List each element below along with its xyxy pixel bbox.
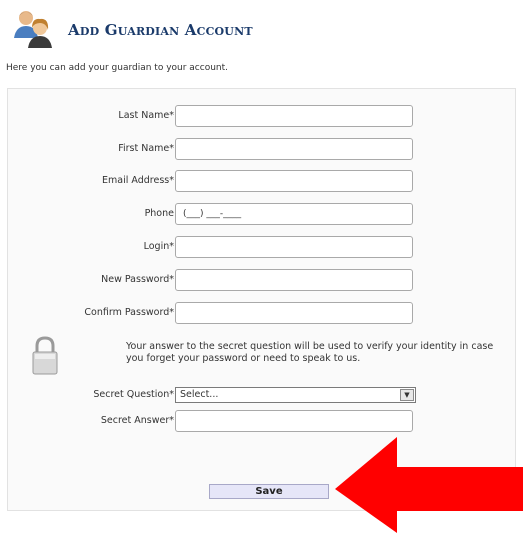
confirm-password-label: Confirm Password*	[84, 307, 174, 318]
secret-answer-field[interactable]	[175, 410, 413, 432]
phone-field[interactable]	[175, 203, 413, 225]
new-password-row: New Password*	[8, 269, 517, 293]
login-row: Login*	[8, 236, 517, 260]
phone-label: Phone	[144, 208, 174, 219]
secret-answer-row: Secret Answer*	[8, 410, 517, 434]
secret-question-value: Select...	[180, 389, 219, 400]
chevron-down-icon[interactable]: ▼	[400, 389, 414, 401]
secret-answer-label: Secret Answer*	[100, 415, 174, 426]
new-password-field[interactable]	[175, 269, 413, 291]
email-field[interactable]	[175, 170, 413, 192]
login-field[interactable]	[175, 236, 413, 258]
page-header: Add Guardian Account	[12, 8, 512, 48]
arrow-annotation	[335, 437, 523, 533]
phone-row: Phone (___) ___-____	[8, 203, 517, 227]
secret-question-row: Secret Question* Select... ▼	[8, 387, 517, 411]
secret-question-note: Your answer to the secret question will …	[126, 341, 494, 364]
email-label: Email Address*	[102, 175, 174, 186]
last-name-label: Last Name*	[118, 110, 174, 121]
login-label: Login*	[143, 241, 174, 252]
secret-question-select[interactable]: Select... ▼	[175, 387, 416, 403]
first-name-field[interactable]	[175, 138, 413, 160]
first-name-label: First Name*	[118, 143, 174, 154]
confirm-password-row: Confirm Password*	[8, 302, 517, 326]
last-name-row: Last Name*	[8, 105, 517, 129]
email-row: Email Address*	[8, 170, 517, 194]
page-title: Add Guardian Account	[68, 21, 253, 39]
secret-question-label: Secret Question*	[93, 389, 174, 400]
confirm-password-field[interactable]	[175, 302, 413, 324]
last-name-field[interactable]	[175, 105, 413, 127]
first-name-row: First Name*	[8, 138, 517, 162]
users-icon	[14, 11, 52, 48]
save-button[interactable]: Save	[209, 484, 329, 499]
new-password-label: New Password*	[101, 274, 174, 285]
intro-text: Here you can add your guardian to your a…	[6, 63, 229, 73]
lock-icon	[32, 336, 58, 375]
